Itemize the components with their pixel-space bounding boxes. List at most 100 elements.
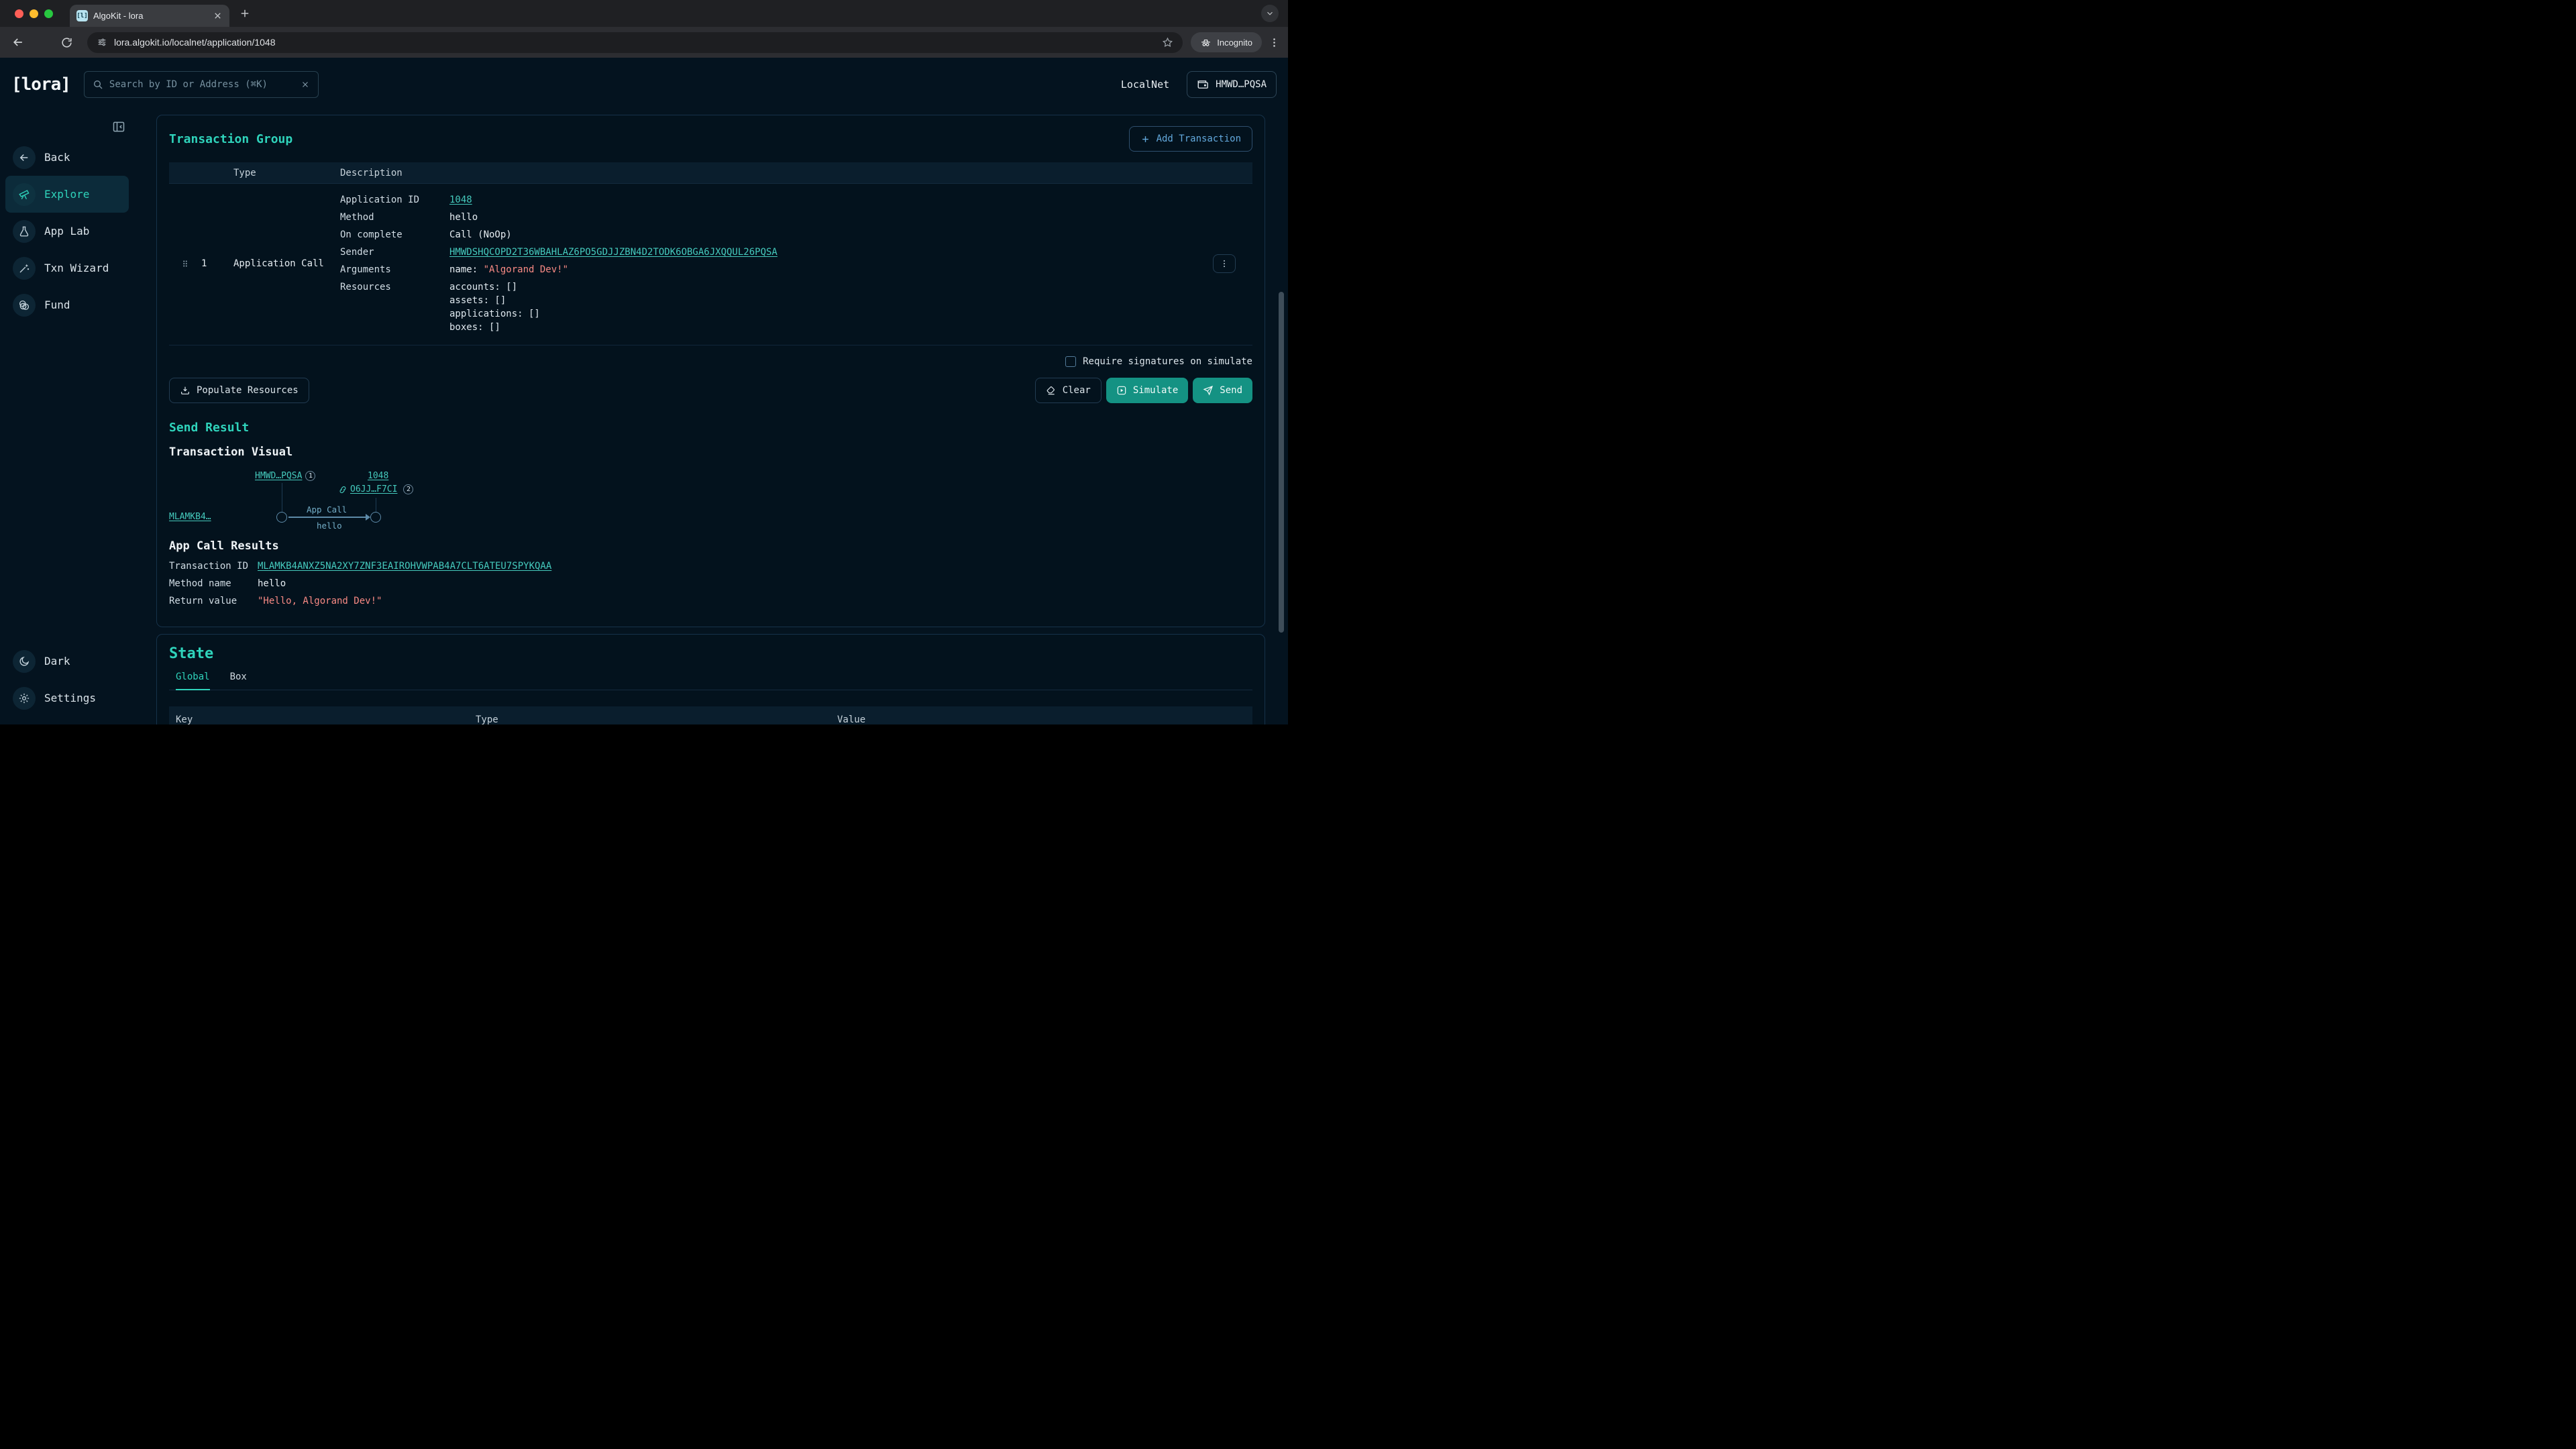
- moon-icon: [13, 650, 36, 673]
- method-name-value: hello: [258, 577, 286, 590]
- transaction-group-card: Transaction Group Add Transaction Type D…: [156, 115, 1265, 627]
- add-transaction-label: Add Transaction: [1157, 133, 1241, 144]
- browser-toolbar: lora.algokit.io/localnet/application/104…: [0, 27, 1288, 58]
- populate-resources-button[interactable]: Populate Resources: [169, 378, 309, 403]
- application-id-link[interactable]: 1048: [449, 193, 472, 207]
- search-clear-icon[interactable]: [301, 80, 310, 89]
- transaction-group-title: Transaction Group: [169, 132, 292, 146]
- lora-app: [lora] LocalNet HMWD…PQSA: [0, 58, 1288, 724]
- eraser-icon: [1046, 385, 1057, 396]
- wallet-button[interactable]: HMWD…PQSA: [1187, 71, 1277, 98]
- column-description: Description: [340, 168, 1188, 178]
- sidebar-item-label: Txn Wizard: [44, 262, 109, 274]
- browser-menu-icon[interactable]: [1269, 37, 1280, 48]
- sidebar-item-label: Back: [44, 151, 70, 164]
- network-label: LocalNet: [1121, 78, 1169, 91]
- clear-label: Clear: [1063, 385, 1091, 396]
- transaction-description: Application ID 1048 Method hello On comp…: [340, 193, 1188, 334]
- graph-sender-link[interactable]: HMWD…PQSA: [255, 471, 302, 481]
- transaction-id-label: Transaction ID: [169, 559, 258, 573]
- sidebar-item-app-lab[interactable]: App Lab: [5, 213, 129, 250]
- search-input[interactable]: [109, 79, 294, 90]
- graph-app-account-link[interactable]: O6JJ…F7CI: [350, 484, 397, 494]
- send-result-title: Send Result: [169, 421, 1252, 435]
- drag-handle-icon[interactable]: [180, 257, 190, 270]
- app-call-results-title: App Call Results: [169, 539, 1252, 553]
- column-type: Type: [233, 168, 340, 178]
- graph-from-node: [276, 512, 287, 523]
- sidebar-item-txn-wizard[interactable]: Txn Wizard: [5, 250, 129, 286]
- send-icon: [1203, 385, 1214, 396]
- close-window-button[interactable]: [15, 9, 23, 18]
- method-value: hello: [449, 211, 478, 224]
- clear-button[interactable]: Clear: [1035, 378, 1102, 403]
- transaction-table-header: Type Description: [169, 162, 1252, 184]
- transaction-graph: HMWD…PQSA1 1048 O6JJ…F7CI2 MLAMKB: [169, 466, 1252, 534]
- graph-transaction-link[interactable]: MLAMKB4…: [169, 512, 211, 522]
- minimize-window-button[interactable]: [30, 9, 38, 18]
- graph-edge-label-1: App Call: [307, 504, 347, 515]
- wand-icon: [13, 257, 36, 280]
- app-call-results: Transaction ID MLAMKB4ANXZ5NA2XY7ZNF3EAI…: [169, 559, 1252, 608]
- graph-sender-badge: 1: [305, 471, 315, 481]
- transaction-id-link[interactable]: MLAMKB4ANXZ5NA2XY7ZNF3EAIROHVWPAB4A7CLT6…: [258, 559, 551, 573]
- download-icon: [180, 385, 191, 396]
- transaction-type: Application Call: [233, 258, 340, 269]
- state-table-header: Key Type Value: [169, 706, 1252, 724]
- require-signatures-checkbox[interactable]: [1065, 356, 1076, 367]
- transaction-row: 1 Application Call Application ID 1048 M…: [169, 184, 1252, 345]
- tab-close-icon[interactable]: [213, 11, 223, 21]
- return-value: "Hello, Algorand Dev!": [258, 594, 382, 608]
- simulate-button[interactable]: Simulate: [1106, 378, 1188, 403]
- graph-edge-label-2: hello: [317, 521, 342, 531]
- scrollbar-thumb[interactable]: [1279, 292, 1284, 633]
- sidebar: Back Explore App Lab: [0, 111, 134, 724]
- populate-resources-label: Populate Resources: [197, 385, 299, 396]
- reload-button[interactable]: [56, 32, 76, 52]
- sidebar-item-label: Dark: [44, 655, 70, 667]
- transaction-index: 1: [201, 258, 233, 269]
- browser-tab[interactable]: [l] AlgoKit - lora: [70, 5, 229, 27]
- wallet-icon: [1197, 78, 1209, 91]
- sidebar-item-label: App Lab: [44, 225, 89, 237]
- new-tab-button[interactable]: [239, 7, 251, 19]
- column-type: Type: [476, 714, 498, 724]
- maximize-window-button[interactable]: [44, 9, 53, 18]
- send-button[interactable]: Send: [1193, 378, 1252, 403]
- row-menu-button[interactable]: [1213, 254, 1236, 273]
- column-value: Value: [837, 714, 865, 724]
- url-text: lora.algokit.io/localnet/application/104…: [114, 37, 1155, 48]
- sidebar-collapse-icon[interactable]: [112, 120, 125, 133]
- wallet-label: HMWD…PQSA: [1216, 79, 1267, 90]
- sidebar-item-fund[interactable]: Fund: [5, 286, 129, 323]
- sidebar-item-label: Fund: [44, 299, 70, 311]
- search-box[interactable]: [84, 71, 319, 98]
- tab-global[interactable]: Global: [176, 672, 210, 690]
- field-label: Sender: [340, 246, 449, 259]
- site-info-icon[interactable]: [97, 37, 107, 48]
- add-transaction-button[interactable]: Add Transaction: [1129, 126, 1252, 152]
- bookmark-star-icon[interactable]: [1162, 37, 1173, 48]
- field-label: Application ID: [340, 193, 449, 207]
- sender-link[interactable]: HMWDSHQCOPD2T36WBAHLAZ6PO5GDJJZBN4D2TODK…: [449, 246, 777, 259]
- field-label: On complete: [340, 228, 449, 241]
- graph-app-link[interactable]: 1048: [368, 471, 388, 481]
- app-header: [lora] LocalNet HMWD…PQSA: [0, 58, 1288, 111]
- tab-box[interactable]: Box: [230, 672, 247, 690]
- plus-icon: [1140, 134, 1150, 144]
- tab-favicon-icon: [l]: [76, 10, 88, 21]
- tab-search-button[interactable]: [1261, 5, 1279, 22]
- sidebar-item-back[interactable]: Back: [5, 139, 129, 176]
- sidebar-item-explore[interactable]: Explore: [5, 176, 129, 213]
- graph-arrow-icon: [366, 514, 370, 521]
- field-label: Method: [340, 211, 449, 224]
- incognito-label: Incognito: [1217, 38, 1252, 48]
- address-bar[interactable]: lora.algokit.io/localnet/application/104…: [87, 32, 1183, 53]
- argument-string: "Algorand Dev!": [484, 264, 568, 275]
- state-title: State: [169, 645, 1252, 662]
- sidebar-item-dark-mode[interactable]: Dark: [5, 643, 129, 680]
- state-card: State Global Box Key Type Value: [156, 634, 1265, 724]
- sidebar-item-settings[interactable]: Settings: [5, 680, 129, 716]
- tab-title: AlgoKit - lora: [93, 11, 207, 21]
- back-button[interactable]: [8, 32, 28, 52]
